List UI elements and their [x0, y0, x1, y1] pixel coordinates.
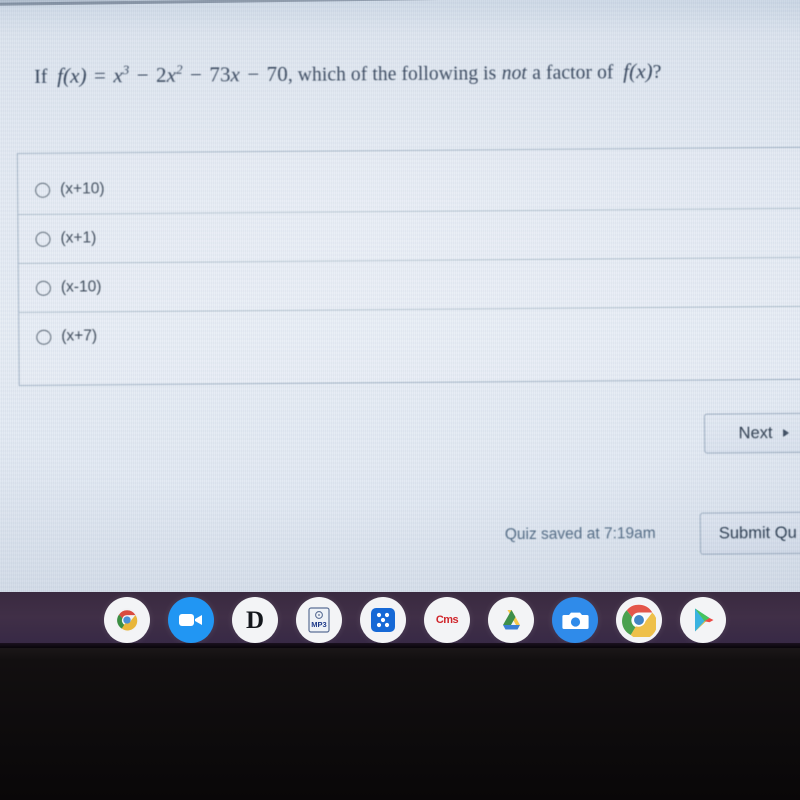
shelf-icon-row: D MP3 Cms — [104, 597, 744, 643]
chrome-icon[interactable] — [616, 597, 662, 643]
blue-dots-app-icon[interactable] — [360, 597, 406, 643]
radio-button-icon[interactable] — [35, 182, 51, 198]
quiz-page: If f(x) = x3 − 2x2 − 73x − 70, which of … — [0, 0, 800, 596]
play-store-icon[interactable] — [680, 597, 726, 643]
cms-icon[interactable]: Cms — [424, 597, 470, 643]
radio-button-icon[interactable] — [35, 280, 51, 296]
submit-quiz-button[interactable]: Submit Qu — [699, 511, 800, 555]
google-drive-icon[interactable] — [488, 597, 534, 643]
answer-label: (x+7) — [61, 327, 98, 345]
question-mark: ? — [652, 61, 662, 84]
chevron-right-icon — [783, 428, 790, 437]
zoom-icon[interactable] — [168, 597, 214, 643]
chrome-launcher-icon[interactable] — [104, 597, 150, 643]
laptop-bezel: hp — [0, 648, 800, 800]
laptop-screen: If f(x) = x3 − 2x2 − 73x − 70, which of … — [0, 0, 800, 596]
answer-label: (x+10) — [60, 180, 105, 198]
question-tail-2: a factor of — [532, 62, 614, 84]
radio-button-icon[interactable] — [36, 329, 52, 345]
question-text: If f(x) = x3 − 2x2 − 73x − 70, which of … — [34, 59, 662, 88]
question-prefix: If — [34, 66, 48, 88]
camera-icon[interactable] — [552, 597, 598, 643]
question-tail-1: , which of the following is — [287, 63, 497, 86]
google-docs-icon[interactable]: D — [232, 597, 278, 643]
next-button[interactable]: Next — [703, 412, 800, 454]
answer-option-1[interactable]: (x+1) — [18, 209, 800, 263]
quiz-saved-status: Quiz saved at 7:19am — [504, 524, 656, 544]
answer-option-0[interactable]: (x+10) — [18, 160, 800, 214]
submit-quiz-label: Submit Qu — [718, 523, 797, 543]
laptop-photo: If f(x) = x3 − 2x2 − 73x − 70, which of … — [0, 0, 800, 800]
answer-option-2[interactable]: (x-10) — [19, 258, 800, 312]
mp3-file-icon[interactable]: MP3 — [296, 597, 342, 643]
svg-text:MP3: MP3 — [311, 620, 326, 629]
chromeos-shelf: D MP3 Cms — [0, 592, 800, 648]
radio-button-icon[interactable] — [35, 231, 51, 247]
answer-label: (x-10) — [60, 278, 102, 296]
answers-card: (x+10) (x+1) (x-10) (x+7) — [16, 146, 800, 386]
next-button-label: Next — [738, 423, 773, 442]
answer-label: (x+1) — [60, 229, 97, 247]
question-emphasis: not — [501, 62, 528, 85]
answer-option-3[interactable]: (x+7) — [19, 307, 800, 361]
